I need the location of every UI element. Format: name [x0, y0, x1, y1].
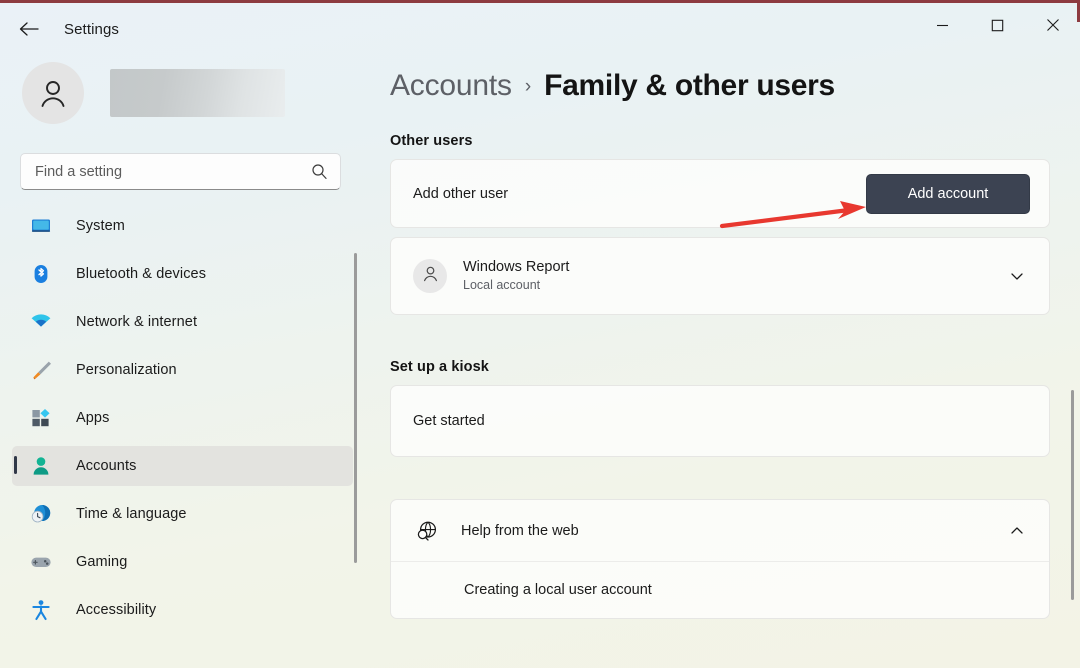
minimize-icon [936, 19, 949, 32]
help-from-web-title: Help from the web [461, 522, 579, 539]
paintbrush-icon [28, 358, 54, 382]
sidebar-item-label: Gaming [76, 554, 128, 570]
person-avatar-icon [36, 76, 70, 110]
user-name: Windows Report [463, 258, 570, 275]
clock-globe-icon [28, 502, 54, 526]
user-account-block[interactable] [0, 55, 365, 131]
accessibility-icon [28, 598, 54, 622]
sidebar-scrollbar[interactable] [354, 253, 357, 563]
chevron-down-icon[interactable] [1004, 268, 1030, 284]
sidebar: System Bluetooth & devices Network & int… [0, 55, 365, 668]
sidebar-item-label: Network & internet [76, 314, 198, 330]
person-icon [28, 454, 54, 478]
sidebar-item-network-internet[interactable]: Network & internet [12, 302, 353, 342]
capture-frame-top-border [0, 0, 1080, 3]
user-name-redacted [110, 69, 285, 117]
gamepad-icon [28, 550, 54, 574]
sidebar-item-label: System [76, 218, 125, 234]
sidebar-item-label: Accessibility [76, 602, 157, 618]
person-avatar-icon [421, 264, 440, 288]
page-title: Family & other users [544, 69, 835, 102]
user-account-row[interactable]: Windows Report Local account [390, 237, 1050, 315]
sidebar-item-gaming[interactable]: Gaming [12, 542, 353, 582]
wifi-icon [28, 310, 54, 334]
help-from-web-card: Help from the web Creating a local user … [390, 499, 1050, 619]
sidebar-item-time-language[interactable]: Time & language [12, 494, 353, 534]
add-account-button[interactable]: Add account [866, 173, 1030, 214]
search-input[interactable] [35, 163, 311, 180]
back-arrow-icon [18, 20, 40, 38]
sidebar-item-apps[interactable]: Apps [12, 398, 353, 438]
sidebar-item-bluetooth-devices[interactable]: Bluetooth & devices [12, 254, 353, 294]
close-button[interactable] [1025, 3, 1080, 47]
add-other-user-label: Add other user [413, 185, 509, 202]
sidebar-item-personalization[interactable]: Personalization [12, 350, 353, 390]
help-from-web-header[interactable]: Help from the web [391, 500, 1049, 562]
user-account-type: Local account [463, 278, 541, 293]
sidebar-item-label: Time & language [76, 506, 187, 522]
avatar [22, 62, 84, 124]
kiosk-get-started-card[interactable]: Get started [390, 385, 1050, 457]
bluetooth-icon [28, 262, 54, 286]
search-icon[interactable] [311, 163, 328, 180]
sidebar-item-label: Bluetooth & devices [76, 266, 207, 282]
breadcrumb-parent[interactable]: Accounts [390, 69, 512, 103]
maximize-icon [991, 19, 1004, 32]
monitor-icon [28, 214, 54, 238]
main-content: Accounts › Family & other users Other us… [366, 55, 1080, 668]
window-controls [915, 3, 1080, 47]
search-container [20, 153, 343, 190]
close-icon [1046, 18, 1060, 32]
breadcrumb: Accounts › Family & other users [390, 69, 1080, 103]
app-title: Settings [64, 20, 119, 38]
sidebar-item-label: Personalization [76, 362, 177, 378]
sidebar-item-label: Apps [76, 410, 110, 426]
get-started-label: Get started [413, 413, 485, 429]
user-info: Windows Report Local account [463, 258, 569, 294]
sidebar-item-label: Accounts [76, 458, 137, 474]
sidebar-nav: System Bluetooth & devices Network & int… [0, 206, 365, 630]
globe-search-icon [413, 519, 441, 543]
sidebar-item-accounts[interactable]: Accounts [12, 446, 353, 486]
sidebar-item-system[interactable]: System [12, 206, 353, 246]
section-title-kiosk: Set up a kiosk [390, 359, 489, 375]
back-button[interactable] [10, 12, 48, 46]
help-link[interactable]: Creating a local user account [464, 582, 652, 598]
chevron-right-icon: › [524, 76, 532, 97]
maximize-button[interactable] [970, 3, 1025, 47]
minimize-button[interactable] [915, 3, 970, 47]
avatar [413, 259, 447, 293]
help-link-row[interactable]: Creating a local user account [391, 562, 1049, 618]
chevron-up-icon[interactable] [1004, 523, 1030, 539]
search-box[interactable] [20, 153, 341, 190]
apps-icon [28, 406, 54, 430]
add-other-user-card: Add other user Add account [390, 159, 1050, 228]
section-title-other-users: Other users [390, 133, 473, 149]
title-bar: Settings [0, 3, 1080, 55]
sidebar-item-accessibility[interactable]: Accessibility [12, 590, 353, 630]
main-scrollbar[interactable] [1071, 390, 1074, 600]
